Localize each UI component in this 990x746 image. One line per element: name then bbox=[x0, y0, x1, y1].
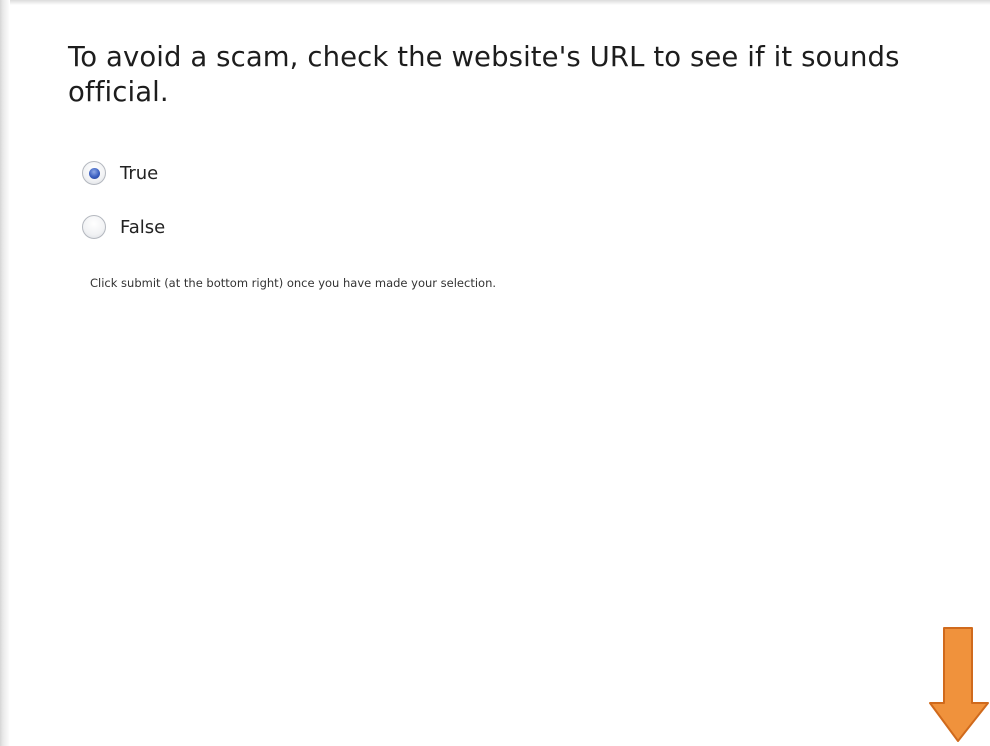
option-true-label[interactable]: True bbox=[120, 163, 158, 184]
option-true[interactable]: True bbox=[82, 159, 158, 187]
radio-false[interactable] bbox=[82, 215, 106, 239]
question-text: To avoid a scam, check the website's URL… bbox=[68, 41, 900, 108]
quiz-slide: To avoid a scam, check the website's URL… bbox=[0, 0, 990, 746]
slide-top-edge bbox=[0, 0, 990, 5]
radio-selected-dot bbox=[88, 167, 100, 179]
instruction-text: Click submit (at the bottom right) once … bbox=[90, 276, 497, 290]
slide-left-edge bbox=[0, 0, 10, 746]
option-false[interactable]: False bbox=[82, 213, 165, 241]
down-arrow-icon[interactable] bbox=[928, 627, 990, 743]
down-arrow-shape bbox=[929, 627, 989, 742]
option-false-label[interactable]: False bbox=[120, 217, 165, 238]
radio-true[interactable] bbox=[82, 161, 106, 185]
